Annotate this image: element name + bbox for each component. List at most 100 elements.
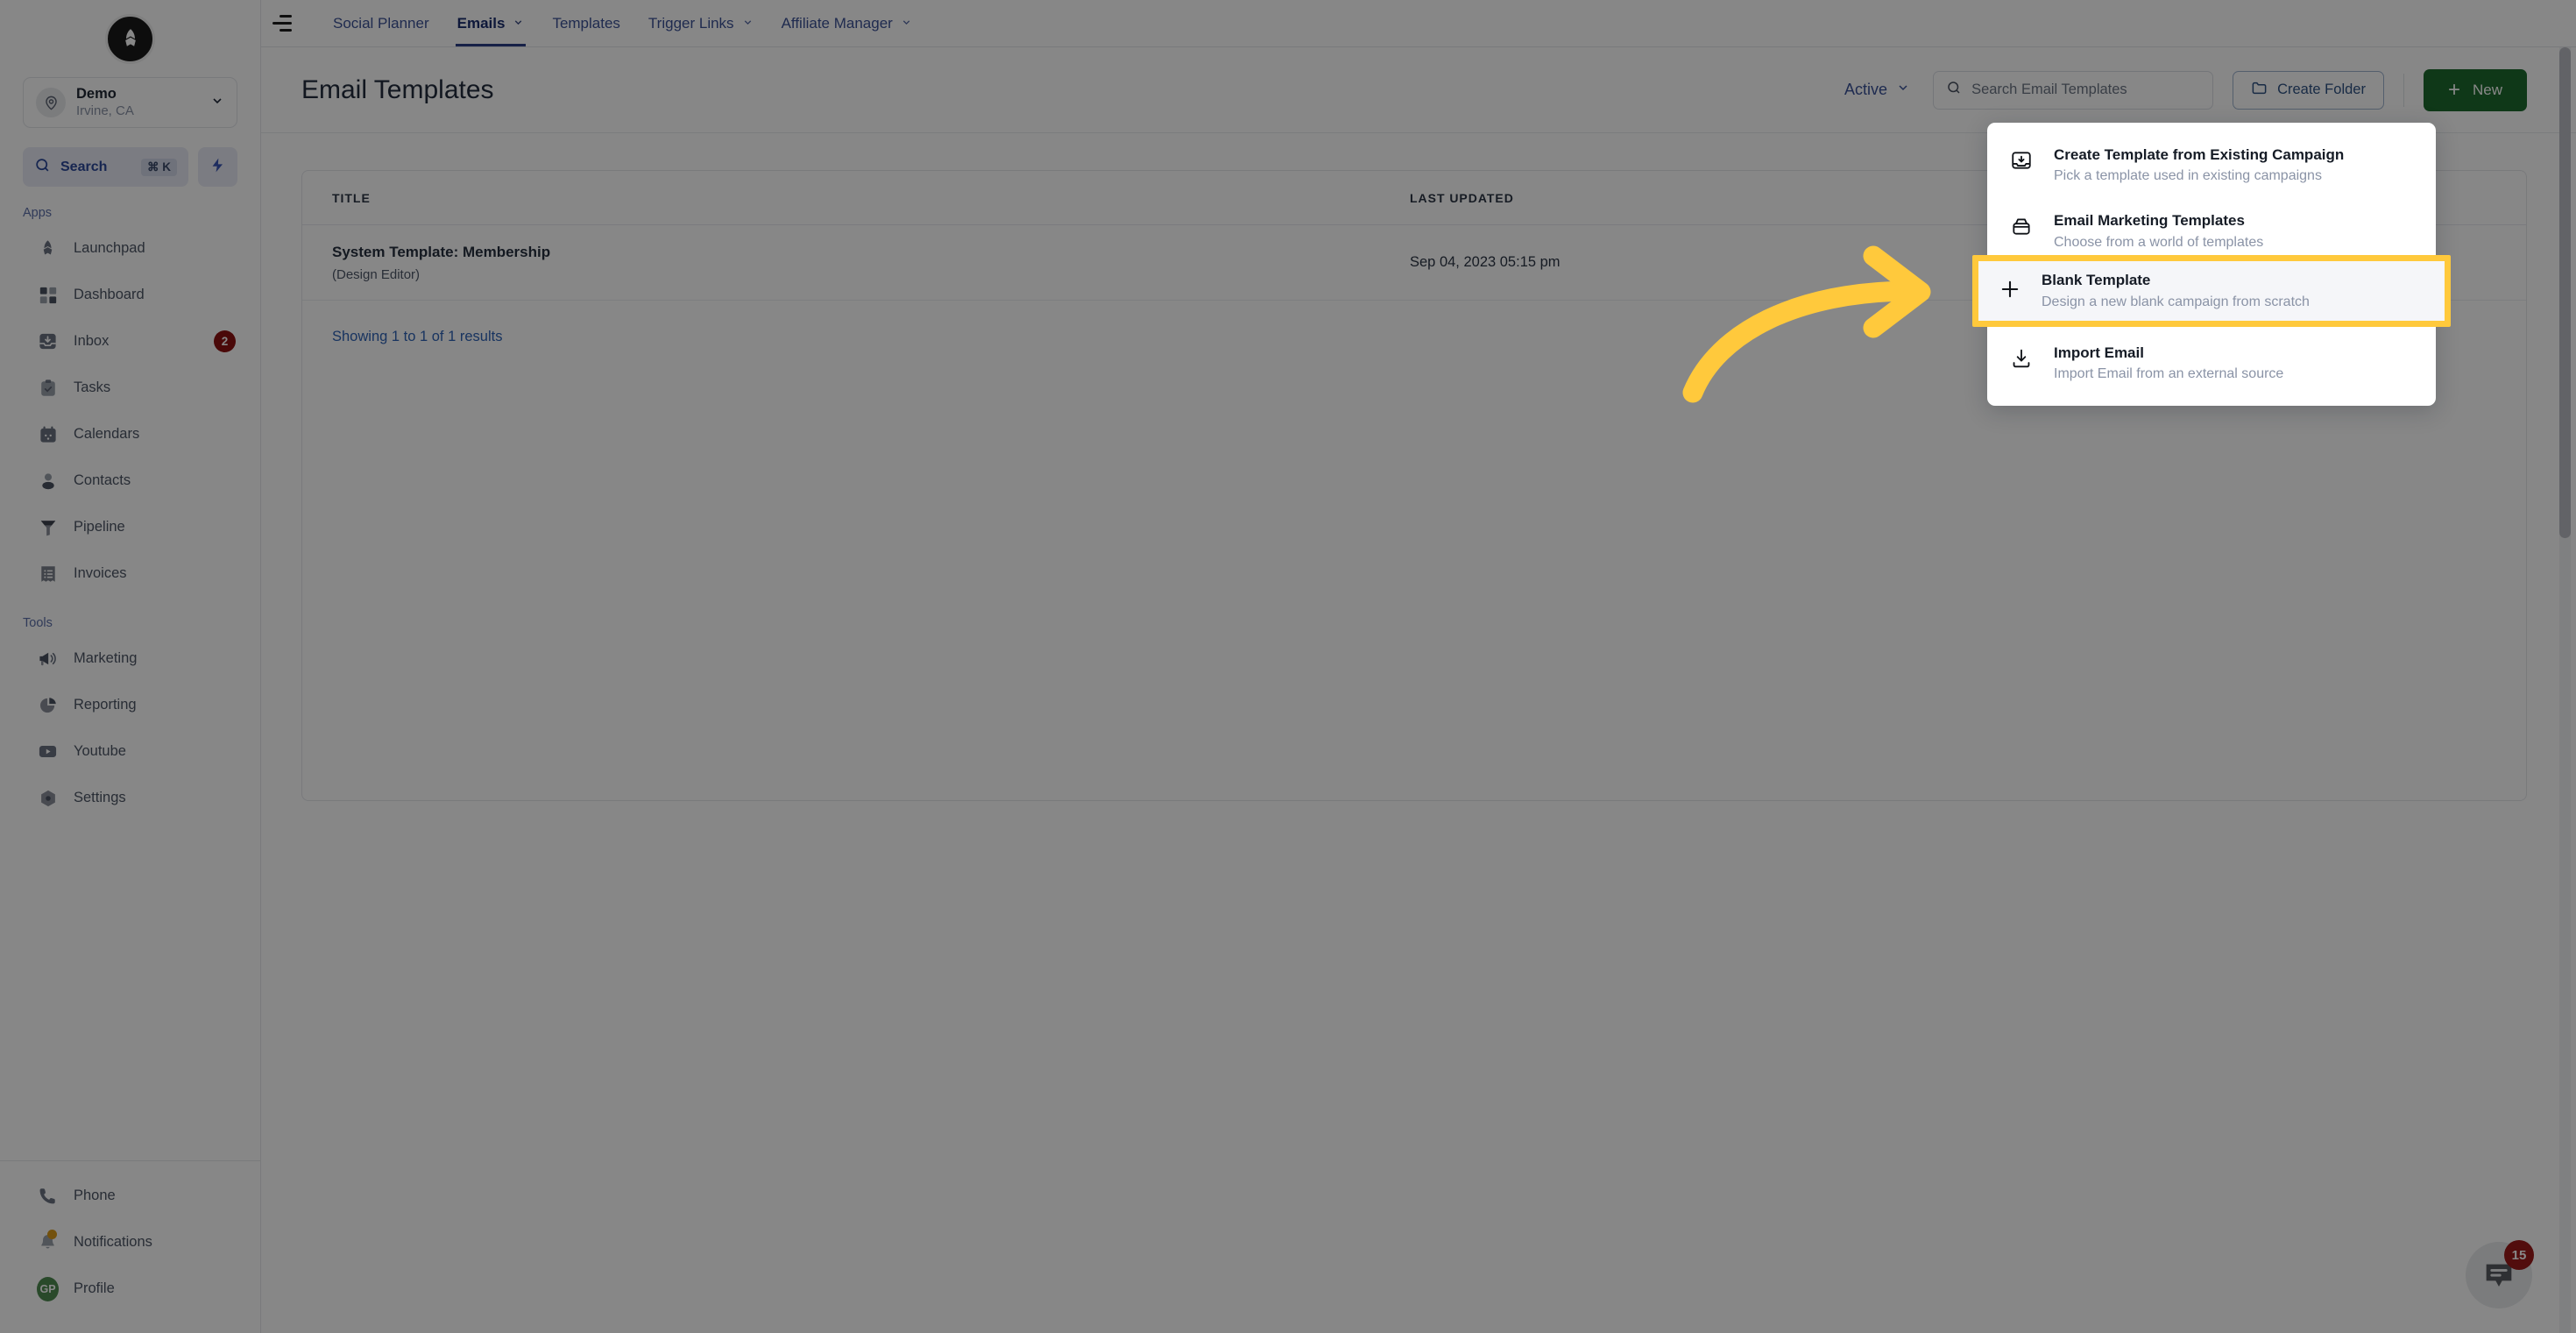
phone-icon: [37, 1185, 59, 1207]
sidebar-apps-list: Launchpad Dashboard Inbox 2 Tasks Calend…: [0, 225, 260, 597]
sidebar-item-settings[interactable]: Settings: [0, 775, 260, 821]
sidebar-item-reporting[interactable]: Reporting: [0, 682, 260, 728]
menu-item-import-email[interactable]: Import Email Import Email from an extern…: [1987, 330, 2436, 396]
new-button-label: New: [2472, 81, 2502, 98]
tab-trigger-links[interactable]: Trigger Links: [634, 0, 768, 46]
sidebar-item-label: Contacts: [74, 472, 131, 488]
megaphone-icon: [37, 648, 59, 670]
location-switcher[interactable]: Demo Irvine, CA: [23, 77, 237, 128]
create-folder-button[interactable]: Create Folder: [2233, 70, 2384, 110]
app-logo[interactable]: [0, 0, 260, 77]
sidebar-item-invoices[interactable]: Invoices: [0, 550, 260, 597]
inbox-badge: 2: [214, 330, 236, 352]
new-button[interactable]: + New: [2423, 68, 2527, 111]
avatar-initials: GP: [37, 1276, 59, 1301]
sidebar-item-label: Calendars: [74, 426, 140, 442]
sidebar-item-inbox[interactable]: Inbox 2: [0, 318, 260, 365]
sidebar-item-dashboard[interactable]: Dashboard: [0, 272, 260, 318]
scrollbar-thumb[interactable]: [2559, 47, 2571, 538]
chevron-down-icon: [513, 17, 524, 31]
page-scrollbar[interactable]: [2559, 47, 2571, 1333]
search-icon: [1946, 80, 1962, 100]
sidebar-item-notifications[interactable]: Notifications: [0, 1219, 260, 1266]
funnel-icon: [37, 516, 59, 538]
youtube-icon: [37, 741, 59, 762]
logo-mark: [105, 13, 155, 64]
plus-icon: +: [2447, 77, 2460, 102]
sidebar-item-calendars[interactable]: Calendars: [0, 411, 260, 457]
sidebar-item-label: Tasks: [74, 379, 111, 395]
menu-item-title: Email Marketing Templates: [2054, 212, 2245, 230]
chevron-down-icon: [901, 17, 912, 31]
menu-item-desc: Pick a template used in existing campaig…: [2054, 168, 2322, 184]
top-navigation: Social Planner Emails Templates Trigger …: [261, 0, 2576, 47]
sidebar-item-label: Marketing: [74, 650, 138, 666]
user-icon: [37, 470, 59, 492]
menu-item-text: Email Marketing Templates Choose from a …: [2054, 211, 2263, 251]
lightning-bolt-icon: [209, 157, 226, 178]
quick-actions-button[interactable]: [198, 147, 237, 187]
header-controls: Active Search Email Templates Create Fol…: [1841, 68, 2527, 111]
tab-label: Emails: [456, 14, 506, 32]
template-title: System Template: Membership: [332, 243, 551, 260]
menu-item-create-from-campaign[interactable]: Create Template from Existing Campaign P…: [1987, 132, 2436, 198]
sidebar: Demo Irvine, CA Search ⌘ K Apps Launchpa…: [0, 0, 261, 1333]
chevron-down-icon: [1896, 81, 1910, 99]
sidebar-item-profile[interactable]: GP Profile: [0, 1266, 260, 1312]
sidebar-item-contacts[interactable]: Contacts: [0, 457, 260, 504]
notification-dot: [47, 1230, 57, 1239]
grid-icon: [37, 284, 59, 306]
page-title: Email Templates: [301, 74, 494, 104]
tab-emails[interactable]: Emails: [443, 0, 539, 46]
sidebar-item-pipeline[interactable]: Pipeline: [0, 504, 260, 550]
chevron-down-icon: [742, 17, 754, 31]
sidebar-item-label: Phone: [74, 1188, 116, 1203]
search-shortcut: ⌘ K: [141, 158, 177, 176]
search-email-templates-input[interactable]: Search Email Templates: [1933, 70, 2214, 110]
plus-icon: [1998, 277, 2022, 306]
tab-affiliate-manager[interactable]: Affiliate Manager: [768, 0, 926, 46]
top-nav-items: Social Planner Emails Templates Trigger …: [319, 0, 926, 46]
avatar-icon: GP: [37, 1276, 59, 1301]
sidebar-item-label: Youtube: [74, 743, 126, 759]
sidebar-item-marketing[interactable]: Marketing: [0, 635, 260, 682]
menu-item-title: Blank Template: [2042, 272, 2151, 289]
sidebar-item-label: Settings: [74, 790, 126, 805]
search-input[interactable]: Search ⌘ K: [23, 147, 188, 187]
archive-download-icon: [2010, 145, 2035, 176]
app-root: Demo Irvine, CA Search ⌘ K Apps Launchpa…: [0, 0, 2576, 1333]
sidebar-item-label: Dashboard: [74, 287, 145, 302]
tab-templates[interactable]: Templates: [538, 0, 633, 46]
sidebar-item-tasks[interactable]: Tasks: [0, 365, 260, 411]
menu-item-text: Import Email Import Email from an extern…: [2054, 344, 2283, 383]
download-icon: [2010, 344, 2035, 374]
sidebar-item-launchpad[interactable]: Launchpad: [0, 225, 260, 272]
tab-label: Social Planner: [333, 14, 429, 32]
sidebar-item-youtube[interactable]: Youtube: [0, 728, 260, 775]
tab-social-planner[interactable]: Social Planner: [319, 0, 443, 46]
pie-chart-icon: [37, 694, 59, 716]
blank-template-highlight[interactable]: Blank Template Design a new blank campai…: [1972, 255, 2451, 327]
location-pin-icon: [36, 88, 66, 117]
calendar-icon: [37, 423, 59, 445]
search-placeholder: Search Email Templates: [1971, 82, 2127, 97]
page-header: Email Templates Active Search Email Temp…: [261, 47, 2576, 133]
invoice-icon: [37, 563, 59, 585]
sidebar-item-label: Reporting: [74, 697, 137, 713]
sidebar-item-label: Pipeline: [74, 519, 125, 535]
menu-item-desc: Design a new blank campaign from scratch: [2042, 294, 2310, 309]
status-filter-dropdown[interactable]: Active: [1841, 75, 1914, 104]
hamburger-icon[interactable]: [263, 15, 301, 32]
cell-title: System Template: Membership (Design Edit…: [332, 244, 1410, 282]
menu-item-desc: Import Email from an external source: [2054, 366, 2284, 381]
chevron-down-icon: [210, 94, 224, 111]
sidebar-item-phone[interactable]: Phone: [0, 1173, 260, 1219]
sidebar-item-label: Notifications: [74, 1234, 152, 1250]
chat-widget-button[interactable]: 15: [2466, 1240, 2534, 1308]
location-sub: Irvine, CA: [76, 103, 134, 119]
gear-icon: [37, 787, 59, 809]
folder-icon: [2251, 80, 2268, 101]
menu-item-blank-template[interactable]: Blank Template Design a new blank campai…: [1978, 261, 2445, 321]
search-label: Search: [60, 159, 108, 174]
